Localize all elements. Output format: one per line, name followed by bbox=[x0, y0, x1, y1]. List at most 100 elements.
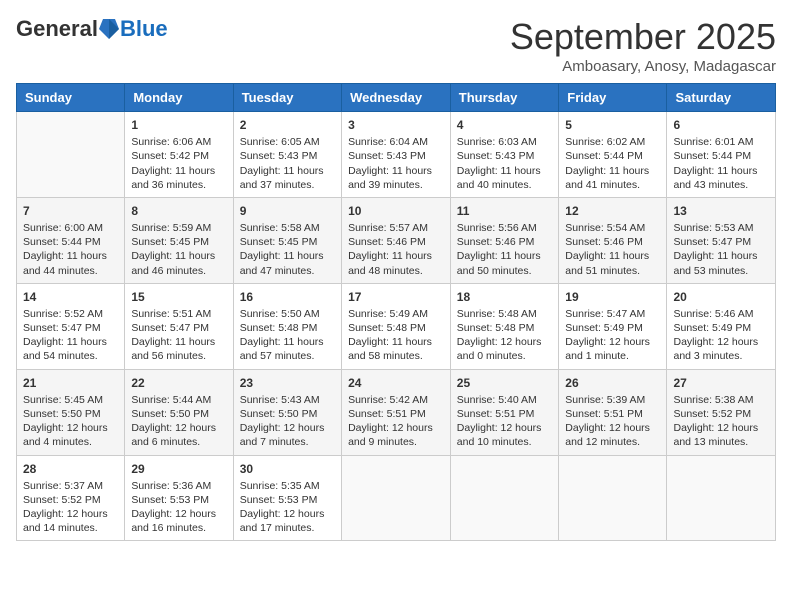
sunrise-text: Sunrise: 6:05 AM bbox=[240, 136, 320, 148]
week-row-4: 21 Sunrise: 5:45 AM Sunset: 5:50 PM Dayl… bbox=[17, 369, 776, 455]
calendar-cell: 9 Sunrise: 5:58 AM Sunset: 5:45 PM Dayli… bbox=[233, 197, 341, 283]
sunrise-text: Sunrise: 5:42 AM bbox=[348, 394, 428, 406]
calendar-cell: 11 Sunrise: 5:56 AM Sunset: 5:46 PM Dayl… bbox=[450, 197, 559, 283]
day-number: 2 bbox=[240, 117, 335, 133]
day-number: 22 bbox=[131, 375, 226, 391]
calendar-cell: 7 Sunrise: 6:00 AM Sunset: 5:44 PM Dayli… bbox=[17, 197, 125, 283]
day-number: 7 bbox=[23, 203, 118, 219]
title-block: September 2025 Amboasary, Anosy, Madagas… bbox=[510, 16, 776, 75]
sunset-text: Sunset: 5:48 PM bbox=[457, 322, 535, 334]
sunrise-text: Sunrise: 5:38 AM bbox=[673, 394, 753, 406]
calendar-cell: 4 Sunrise: 6:03 AM Sunset: 5:43 PM Dayli… bbox=[450, 112, 559, 198]
sunrise-text: Sunrise: 6:01 AM bbox=[673, 136, 753, 148]
daylight-text: Daylight: 12 hours and 10 minutes. bbox=[457, 422, 542, 448]
daylight-text: Daylight: 12 hours and 3 minutes. bbox=[673, 336, 758, 362]
day-number: 10 bbox=[348, 203, 444, 219]
calendar-cell: 3 Sunrise: 6:04 AM Sunset: 5:43 PM Dayli… bbox=[342, 112, 451, 198]
daylight-text: Daylight: 11 hours and 39 minutes. bbox=[348, 165, 432, 191]
col-wednesday: Wednesday bbox=[342, 84, 451, 112]
sunrise-text: Sunrise: 6:06 AM bbox=[131, 136, 211, 148]
daylight-text: Daylight: 12 hours and 4 minutes. bbox=[23, 422, 108, 448]
calendar-cell: 5 Sunrise: 6:02 AM Sunset: 5:44 PM Dayli… bbox=[559, 112, 667, 198]
page-subtitle: Amboasary, Anosy, Madagascar bbox=[510, 58, 776, 75]
calendar-cell: 30 Sunrise: 5:35 AM Sunset: 5:53 PM Dayl… bbox=[233, 455, 341, 541]
sunset-text: Sunset: 5:43 PM bbox=[348, 150, 426, 162]
day-number: 28 bbox=[23, 461, 118, 477]
sunrise-text: Sunrise: 5:39 AM bbox=[565, 394, 645, 406]
sunrise-text: Sunrise: 5:46 AM bbox=[673, 308, 753, 320]
page-header: General Blue September 2025 Amboasary, A… bbox=[16, 16, 776, 75]
day-number: 29 bbox=[131, 461, 226, 477]
daylight-text: Daylight: 12 hours and 17 minutes. bbox=[240, 508, 325, 534]
sunset-text: Sunset: 5:44 PM bbox=[565, 150, 643, 162]
sunset-text: Sunset: 5:50 PM bbox=[23, 408, 101, 420]
sunrise-text: Sunrise: 5:49 AM bbox=[348, 308, 428, 320]
calendar-cell: 25 Sunrise: 5:40 AM Sunset: 5:51 PM Dayl… bbox=[450, 369, 559, 455]
sunset-text: Sunset: 5:50 PM bbox=[240, 408, 318, 420]
day-number: 8 bbox=[131, 203, 226, 219]
calendar-cell: 16 Sunrise: 5:50 AM Sunset: 5:48 PM Dayl… bbox=[233, 283, 341, 369]
calendar-table: Sunday Monday Tuesday Wednesday Thursday… bbox=[16, 83, 776, 541]
daylight-text: Daylight: 11 hours and 44 minutes. bbox=[23, 250, 107, 276]
sunrise-text: Sunrise: 6:03 AM bbox=[457, 136, 537, 148]
daylight-text: Daylight: 11 hours and 51 minutes. bbox=[565, 250, 649, 276]
sunrise-text: Sunrise: 5:48 AM bbox=[457, 308, 537, 320]
daylight-text: Daylight: 11 hours and 41 minutes. bbox=[565, 165, 649, 191]
sunset-text: Sunset: 5:51 PM bbox=[565, 408, 643, 420]
sunset-text: Sunset: 5:44 PM bbox=[673, 150, 751, 162]
day-number: 12 bbox=[565, 203, 660, 219]
calendar-cell bbox=[17, 112, 125, 198]
col-tuesday: Tuesday bbox=[233, 84, 341, 112]
sunrise-text: Sunrise: 5:40 AM bbox=[457, 394, 537, 406]
day-number: 14 bbox=[23, 289, 118, 305]
sunrise-text: Sunrise: 5:53 AM bbox=[673, 222, 753, 234]
calendar-cell: 13 Sunrise: 5:53 AM Sunset: 5:47 PM Dayl… bbox=[667, 197, 776, 283]
daylight-text: Daylight: 11 hours and 36 minutes. bbox=[131, 165, 215, 191]
sunrise-text: Sunrise: 5:35 AM bbox=[240, 480, 320, 492]
daylight-text: Daylight: 12 hours and 6 minutes. bbox=[131, 422, 216, 448]
daylight-text: Daylight: 11 hours and 53 minutes. bbox=[673, 250, 757, 276]
calendar-cell: 28 Sunrise: 5:37 AM Sunset: 5:52 PM Dayl… bbox=[17, 455, 125, 541]
daylight-text: Daylight: 12 hours and 14 minutes. bbox=[23, 508, 108, 534]
sunrise-text: Sunrise: 6:04 AM bbox=[348, 136, 428, 148]
day-number: 5 bbox=[565, 117, 660, 133]
calendar-cell: 22 Sunrise: 5:44 AM Sunset: 5:50 PM Dayl… bbox=[125, 369, 233, 455]
calendar-cell: 23 Sunrise: 5:43 AM Sunset: 5:50 PM Dayl… bbox=[233, 369, 341, 455]
daylight-text: Daylight: 12 hours and 1 minute. bbox=[565, 336, 650, 362]
calendar-cell: 18 Sunrise: 5:48 AM Sunset: 5:48 PM Dayl… bbox=[450, 283, 559, 369]
daylight-text: Daylight: 12 hours and 7 minutes. bbox=[240, 422, 325, 448]
sunrise-text: Sunrise: 5:47 AM bbox=[565, 308, 645, 320]
day-number: 19 bbox=[565, 289, 660, 305]
day-number: 30 bbox=[240, 461, 335, 477]
calendar-cell: 24 Sunrise: 5:42 AM Sunset: 5:51 PM Dayl… bbox=[342, 369, 451, 455]
sunrise-text: Sunrise: 5:57 AM bbox=[348, 222, 428, 234]
sunset-text: Sunset: 5:52 PM bbox=[23, 494, 101, 506]
calendar-cell: 10 Sunrise: 5:57 AM Sunset: 5:46 PM Dayl… bbox=[342, 197, 451, 283]
sunrise-text: Sunrise: 5:52 AM bbox=[23, 308, 103, 320]
logo-general-text: General bbox=[16, 16, 98, 42]
calendar-cell bbox=[559, 455, 667, 541]
sunset-text: Sunset: 5:51 PM bbox=[457, 408, 535, 420]
day-number: 26 bbox=[565, 375, 660, 391]
calendar-cell bbox=[667, 455, 776, 541]
day-number: 18 bbox=[457, 289, 553, 305]
daylight-text: Daylight: 12 hours and 0 minutes. bbox=[457, 336, 542, 362]
day-number: 21 bbox=[23, 375, 118, 391]
calendar-cell: 29 Sunrise: 5:36 AM Sunset: 5:53 PM Dayl… bbox=[125, 455, 233, 541]
daylight-text: Daylight: 11 hours and 43 minutes. bbox=[673, 165, 757, 191]
calendar-cell: 20 Sunrise: 5:46 AM Sunset: 5:49 PM Dayl… bbox=[667, 283, 776, 369]
week-row-2: 7 Sunrise: 6:00 AM Sunset: 5:44 PM Dayli… bbox=[17, 197, 776, 283]
page-title: September 2025 bbox=[510, 16, 776, 58]
sunset-text: Sunset: 5:52 PM bbox=[673, 408, 751, 420]
sunrise-text: Sunrise: 5:59 AM bbox=[131, 222, 211, 234]
sunset-text: Sunset: 5:43 PM bbox=[457, 150, 535, 162]
sunset-text: Sunset: 5:49 PM bbox=[673, 322, 751, 334]
sunset-text: Sunset: 5:48 PM bbox=[348, 322, 426, 334]
sunrise-text: Sunrise: 5:51 AM bbox=[131, 308, 211, 320]
calendar-cell: 17 Sunrise: 5:49 AM Sunset: 5:48 PM Dayl… bbox=[342, 283, 451, 369]
day-number: 16 bbox=[240, 289, 335, 305]
day-number: 24 bbox=[348, 375, 444, 391]
calendar-cell: 1 Sunrise: 6:06 AM Sunset: 5:42 PM Dayli… bbox=[125, 112, 233, 198]
day-number: 13 bbox=[673, 203, 769, 219]
sunset-text: Sunset: 5:51 PM bbox=[348, 408, 426, 420]
